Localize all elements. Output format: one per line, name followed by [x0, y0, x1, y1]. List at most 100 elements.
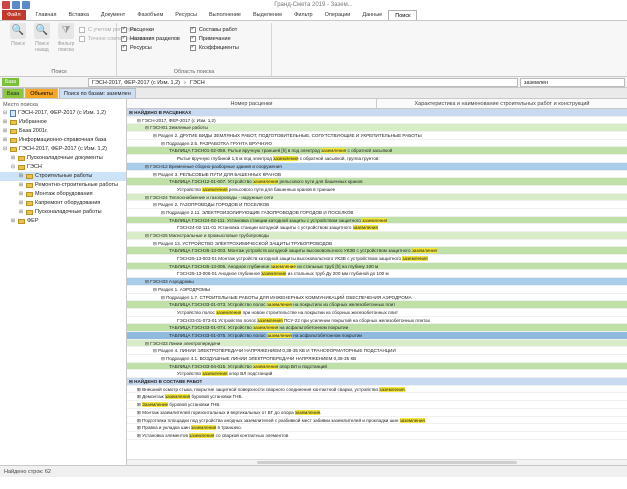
- checkbox[interactable]: ✓: [189, 44, 196, 51]
- tab-search-results[interactable]: Поиск по базам: заземлен: [58, 88, 136, 98]
- result-row[interactable]: ТАБЛИЦА ГЭСН33-01-075. Устройство полос …: [127, 331, 627, 340]
- tree-node[interactable]: ⊟ ГЭСН-2017, ФЕР-2017 (с Изм. 1,2): [0, 145, 126, 154]
- tree-node[interactable]: ⊟ ГЭСН: [0, 163, 126, 172]
- checkbox[interactable]: ✓: [121, 26, 127, 33]
- tree-node[interactable]: ⊞ Капремонт оборудования: [0, 199, 126, 208]
- result-row[interactable]: ТАБЛИЦА ГЭСН12-01-007. Устройство заземл…: [127, 178, 627, 186]
- result-row[interactable]: ⊞ Установка элементов заземления со свар…: [127, 432, 627, 440]
- tree-node[interactable]: ⊞ Избранное: [0, 118, 126, 127]
- result-row[interactable]: ТАБЛИЦА ГЭСН25-13-006. Анодное глубинное…: [127, 262, 627, 271]
- tree-node[interactable]: ⊞ База 2001г.: [0, 127, 126, 136]
- search-option-checkbox[interactable]: ✓ Расценки: [121, 25, 180, 34]
- result-row[interactable]: ⊟ ГЭСН33 Линии электропередачи: [127, 339, 627, 348]
- tab-base[interactable]: База: [2, 88, 25, 98]
- expand-toggle-icon[interactable]: ⊟: [2, 109, 8, 118]
- expand-toggle-icon[interactable]: ⊟: [2, 145, 8, 154]
- search-option-checkbox[interactable]: ✓ Коэффициенты: [189, 43, 239, 52]
- menu-item[interactable]: Выделение: [247, 10, 288, 20]
- checkbox[interactable]: [79, 35, 85, 42]
- result-row[interactable]: ТАБЛИЦА ГЭСН01-02-059. Рытье вручную тра…: [127, 147, 627, 156]
- breadcrumb-item[interactable]: ГЭСН-2017, ФЕР-2017 (с Изм. 1,2): [92, 79, 180, 86]
- tree-node[interactable]: ⊞ Монтаж оборудования: [0, 190, 126, 199]
- checkbox[interactable]: ✓: [121, 44, 127, 51]
- result-row[interactable]: ⊞ Внешний осмотр стыка, покрытие защитно…: [127, 386, 627, 394]
- result-row[interactable]: ⊞ Демонтаж заземления буровой установки …: [127, 393, 627, 402]
- menu-file[interactable]: Файл: [2, 10, 26, 20]
- result-row[interactable]: ГЭСН24-02-111-01 Установка станции катод…: [127, 224, 627, 232]
- result-row[interactable]: ТАБЛИЦА ГЭСН33-01-074. Устройство заземл…: [127, 324, 627, 332]
- expand-toggle-icon[interactable]: ⊞: [18, 199, 24, 208]
- expand-toggle-icon[interactable]: ⊞: [2, 127, 8, 136]
- tree-node[interactable]: ⊞ Ремонтно-строительные работы: [0, 181, 126, 190]
- checkbox[interactable]: ✓: [189, 26, 196, 33]
- search-option-checkbox[interactable]: ✓ Названия разделов: [121, 34, 180, 43]
- result-row[interactable]: Устройство заземления опор ВЛ подстанций: [127, 370, 627, 379]
- undo-icon[interactable]: [22, 1, 30, 9]
- result-row[interactable]: Устройство заземления рельсового пути дл…: [127, 186, 627, 194]
- result-row[interactable]: ТАБЛИЦА ГЭСН33-01-073. Устройство полос …: [127, 301, 627, 309]
- tree-node[interactable]: ⊞ ФЕР: [0, 217, 126, 226]
- ribbon-button[interactable]: 🔍 Поиск: [6, 23, 30, 53]
- result-row[interactable]: ГЭСН25-13-006-01 Анодное глубинное зазем…: [127, 270, 627, 279]
- menu-item[interactable]: Операции: [319, 10, 357, 20]
- result-row[interactable]: ⊟ ГЭСН33 Аэродромы: [127, 278, 627, 286]
- result-row[interactable]: ⊟ Раздел 3. РЕЛЬСОВЫЕ ПУТИ ДЛЯ БАШЕННЫХ …: [127, 171, 627, 179]
- result-row[interactable]: ⊟ Подраздел 4.1. ВОЗДУШНЫЕ ЛИНИИ ЭЛЕКТРО…: [127, 355, 627, 363]
- menu-item[interactable]: Фазобъем: [131, 10, 169, 20]
- ribbon-button[interactable]: 🔍 Поиск назад: [30, 23, 54, 53]
- search-option-checkbox[interactable]: ✓ Ресурсы: [121, 43, 180, 52]
- section-header-row[interactable]: ⊟ НАЙДЕНО В РАСЦЕНКАХ: [127, 109, 627, 117]
- result-row[interactable]: ⊟ ГЭСН-2017, ФЕР-2017 (с Изм. 1,2): [127, 117, 627, 125]
- result-row[interactable]: ⊟ Раздел 1. АЭРОДРОМЫ: [127, 286, 627, 294]
- result-row[interactable]: ⊟ ГЭСН12 Временные сборно-разборные здан…: [127, 162, 627, 171]
- result-row[interactable]: ⊞ Подготовка площадки под устройства ано…: [127, 417, 627, 425]
- result-row[interactable]: ⊟ Подраздел 2.11. ЭЛЕКТРОИЗОЛИРУЮЩИЕ ГАЗ…: [127, 209, 627, 217]
- expand-toggle-icon[interactable]: ⊞: [18, 181, 24, 190]
- result-row[interactable]: ⊟ Раздел 2. ДРУГИЕ ВИДЫ ЗЕМЛЯНЫХ РАБОТ, …: [127, 132, 627, 140]
- section-header-row[interactable]: ⊟ НАЙДЕНО В СОСТАВЕ РАБОТ: [127, 378, 627, 386]
- horizontal-scrollbar[interactable]: [127, 459, 627, 465]
- tree-node[interactable]: ⊞ Пусконаладочные документы: [0, 154, 126, 163]
- menu-item[interactable]: Данные: [356, 10, 388, 20]
- column-header-code[interactable]: Номер расценки: [127, 99, 377, 108]
- menu-item[interactable]: Поиск: [388, 10, 418, 20]
- expand-toggle-icon[interactable]: ⊞: [10, 217, 16, 226]
- result-row[interactable]: ⊟ ГЭСН25 Магистральные и промысловые тру…: [127, 232, 627, 240]
- menu-item[interactable]: Выполнение: [203, 10, 247, 20]
- tab-objects[interactable]: Объекты: [25, 88, 58, 98]
- result-row[interactable]: ⊟ Подраздел 1.7. СТРОИТЕЛЬНЫЕ РАБОТЫ ДЛЯ…: [127, 294, 627, 302]
- result-row[interactable]: ⊟ Раздел 2. ГАЗОПРОВОДЫ ГОРОДОВ И ПОСЕЛК…: [127, 201, 627, 209]
- menu-item[interactable]: Документ: [95, 10, 131, 20]
- result-row[interactable]: ⊞ Монтаж заземлителей горизонтальных и в…: [127, 409, 627, 417]
- base-tag[interactable]: База: [2, 78, 20, 86]
- result-row[interactable]: ⊞ Заземление буровой установки ГНБ.: [127, 401, 627, 409]
- breadcrumb-item[interactable]: ГЭСН: [190, 79, 205, 86]
- expand-toggle-icon[interactable]: ⊞: [10, 154, 16, 163]
- menu-item[interactable]: Главная: [30, 10, 63, 20]
- expand-toggle-icon[interactable]: ⊞: [18, 172, 24, 181]
- tree-node[interactable]: ⊟ ГЭСН-2017, ФЕР-2017 (с Изм. 1,2): [0, 109, 126, 118]
- result-row[interactable]: ГЭСН25-13-003-01 Монтаж устройств катодн…: [127, 255, 627, 263]
- expand-toggle-icon[interactable]: ⊞: [2, 118, 8, 127]
- result-row[interactable]: ⊟ Раздел 13. УСТРОЙСТВО ЭЛЕКТРОХИМИЧЕСКО…: [127, 240, 627, 248]
- breadcrumb[interactable]: ГЭСН-2017, ФЕР-2017 (с Изм. 1,2) › ГЭСН: [88, 77, 518, 87]
- expand-toggle-icon[interactable]: ⊞: [2, 136, 8, 145]
- tree-node[interactable]: ⊞ Пусконаладочные работы: [0, 208, 126, 217]
- menu-item[interactable]: Вставка: [62, 10, 94, 20]
- search-input[interactable]: заземлен: [520, 77, 625, 87]
- result-row[interactable]: Рытье вручную глубиной 1,5 м под электро…: [127, 155, 627, 163]
- result-row[interactable]: ⊟ ГЭСН24 Теплоснабжение и газопроводы - …: [127, 193, 627, 202]
- expand-toggle-icon[interactable]: ⊞: [18, 208, 24, 217]
- expand-toggle-icon[interactable]: ⊞: [18, 190, 24, 199]
- search-option-checkbox[interactable]: ✓ Примечание: [189, 34, 239, 43]
- result-row[interactable]: ⊟ ГЭСН01 Земляные работы: [127, 124, 627, 133]
- checkbox[interactable]: ✓: [121, 35, 127, 42]
- column-header-description[interactable]: Характеристика и наименование строительн…: [377, 99, 627, 108]
- ribbon-button[interactable]: ⧩ Фильтр поиска: [54, 23, 78, 53]
- app-icon[interactable]: [2, 1, 10, 9]
- search-option-checkbox[interactable]: ✓ Составы работ: [189, 25, 239, 34]
- tree-node[interactable]: ⊞ Строительные работы: [0, 172, 126, 181]
- result-row[interactable]: ⊞ Правка и укладка шин заземления в тран…: [127, 424, 627, 432]
- checkbox[interactable]: ✓: [189, 35, 196, 42]
- expand-toggle-icon[interactable]: ⊟: [10, 163, 16, 172]
